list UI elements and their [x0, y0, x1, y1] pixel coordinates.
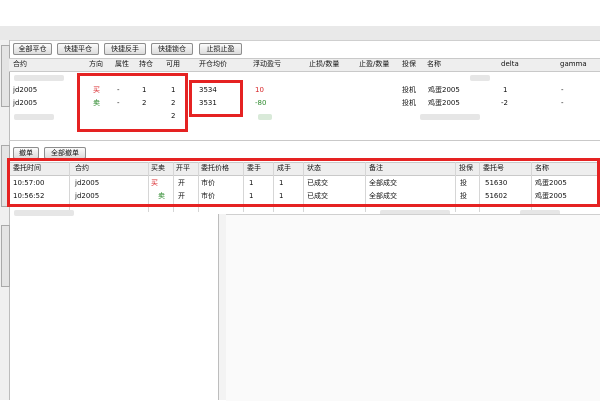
- col-order-time: 委托时间: [13, 164, 41, 172]
- row-contract: jd2005: [13, 99, 38, 107]
- row-hedge: 投: [460, 179, 467, 187]
- left-tab-other[interactable]: [1, 225, 10, 287]
- row-gamma: -: [561, 86, 564, 94]
- row-avg-price: 3534: [199, 86, 217, 94]
- quick-lock-button[interactable]: 快捷锁仓: [151, 43, 193, 55]
- row-side: 买: [151, 179, 158, 187]
- positions-header: 合约 方向 属性 持仓 可用 开仓均价 浮动盈亏 止损/数量 止盈/数量 投保 …: [9, 58, 600, 72]
- quick-close-button[interactable]: 快捷平仓: [57, 43, 99, 55]
- col-avg-price: 开仓均价: [199, 60, 227, 68]
- row-avail: 1: [171, 86, 176, 94]
- row-hedge: 投机: [402, 86, 416, 94]
- col-hedge: 投保: [459, 164, 473, 172]
- row-hedge: 投机: [402, 99, 416, 107]
- col-status: 状态: [307, 164, 321, 172]
- blurred-cell: [14, 75, 64, 81]
- col-take-profit: 止盈/数量: [359, 60, 390, 68]
- row-pnl: 10: [255, 86, 264, 94]
- order-row[interactable]: 10:56:52 jd2005 卖 开 市价 1 1 已成交 全部成交 投 51…: [9, 191, 600, 203]
- row-status: 已成交: [307, 179, 328, 187]
- col-delta: delta: [501, 60, 519, 68]
- row-filled: 1: [279, 179, 284, 187]
- row-filled: 1: [279, 192, 284, 200]
- col-filled-qty: 成手: [277, 164, 291, 172]
- col-stop-loss: 止损/数量: [309, 60, 340, 68]
- row-delta: 1: [503, 86, 508, 94]
- lower-pane: [226, 214, 600, 401]
- window-top-area: [0, 0, 600, 26]
- divider: [9, 140, 600, 141]
- col-note: 备注: [369, 164, 383, 172]
- row-pnl: -80: [255, 99, 267, 107]
- row-name: 鸡蛋2005: [428, 86, 460, 94]
- row-time: 10:56:52: [13, 192, 45, 200]
- row-direction: 卖: [93, 99, 100, 107]
- col-hold: 持仓: [139, 60, 153, 68]
- title-band: [0, 26, 600, 41]
- quick-reverse-button[interactable]: 快捷反手: [104, 43, 146, 55]
- row-note: 全部成交: [369, 192, 397, 200]
- position-row[interactable]: jd2005 买 - 1 1 3534 10 投机 鸡蛋2005 1 -: [9, 85, 600, 97]
- row-qty: 1: [249, 179, 254, 187]
- col-open-close: 开平: [176, 164, 190, 172]
- row-direction: 买: [93, 86, 100, 94]
- row-status: 已成交: [307, 192, 328, 200]
- close-all-button[interactable]: 全部平仓: [13, 43, 52, 55]
- col-hedge: 投保: [402, 60, 416, 68]
- blurred-cell: [14, 210, 74, 216]
- row-avail: 2: [171, 99, 176, 107]
- row-attr: -: [117, 99, 120, 107]
- row-attr: -: [117, 86, 120, 94]
- cancel-order-button[interactable]: 撤单: [13, 147, 39, 159]
- row-time: 10:57:00: [13, 179, 45, 187]
- row-order-no: 51602: [485, 192, 508, 200]
- blurred-cell: [420, 114, 480, 120]
- col-avail: 可用: [166, 60, 180, 68]
- row-open-close: 开: [178, 179, 185, 187]
- col-pnl: 浮动盈亏: [253, 60, 281, 68]
- row-contract: jd2005: [75, 192, 100, 200]
- row-hold: 1: [142, 86, 147, 94]
- row-price: 市价: [201, 179, 215, 187]
- col-attr: 属性: [115, 60, 129, 68]
- col-name: 名称: [535, 164, 549, 172]
- row-order-no: 51630: [485, 179, 508, 187]
- row-contract: jd2005: [75, 179, 100, 187]
- col-contract: 合约: [75, 164, 89, 172]
- col-gamma: gamma: [560, 60, 587, 68]
- row-qty: 1: [249, 192, 254, 200]
- row-hedge: 投: [460, 192, 467, 200]
- row-name: 鸡蛋2005: [428, 99, 460, 107]
- col-side: 买卖: [151, 164, 165, 172]
- row-side: 卖: [158, 192, 165, 200]
- col-contract: 合约: [13, 60, 27, 68]
- partial-avail: 2: [171, 112, 176, 120]
- col-name: 名称: [427, 60, 441, 68]
- row-contract: jd2005: [13, 86, 38, 94]
- col-order-qty: 委手: [247, 164, 261, 172]
- order-row[interactable]: 10:57:00 jd2005 买 开 市价 1 1 已成交 全部成交 投 51…: [9, 178, 600, 190]
- blurred-cell: [258, 114, 272, 120]
- stop-loss-profit-button[interactable]: 止损止盈: [199, 43, 242, 55]
- cancel-all-button[interactable]: 全部撤单: [44, 147, 86, 159]
- col-direction: 方向: [89, 60, 103, 68]
- blurred-cell: [470, 75, 490, 81]
- row-open-close: 开: [178, 192, 185, 200]
- row-note: 全部成交: [369, 179, 397, 187]
- row-price: 市价: [201, 192, 215, 200]
- row-delta: -2: [501, 99, 508, 107]
- row-hold: 2: [142, 99, 147, 107]
- row-name: 鸡蛋2005: [535, 179, 567, 187]
- position-row[interactable]: jd2005 卖 - 2 2 3531 -80 投机 鸡蛋2005 -2 -: [9, 98, 600, 110]
- row-gamma: -: [561, 99, 564, 107]
- blurred-cell: [14, 114, 54, 120]
- col-order-price: 委托价格: [201, 164, 229, 172]
- orders-header: 委托时间 合约 买卖 开平 委托价格 委手 成手 状态 备注 投保 委托号 名称: [9, 162, 600, 176]
- col-order-no: 委托号: [483, 164, 504, 172]
- row-avg-price: 3531: [199, 99, 217, 107]
- row-name: 鸡蛋2005: [535, 192, 567, 200]
